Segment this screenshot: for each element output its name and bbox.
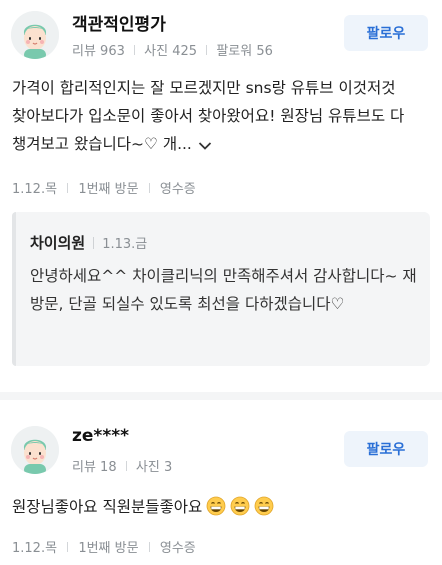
divider: [134, 45, 136, 55]
divider: [125, 461, 127, 471]
photo-count: 사진 3: [135, 460, 173, 475]
review-count: 리뷰 963: [72, 44, 125, 59]
divider: [93, 237, 95, 249]
grinning-face-icon: [230, 496, 250, 525]
receipt-badge: 영수증: [159, 541, 196, 556]
review-text: 원장님좋아요 직원분들좋아요: [12, 498, 203, 516]
follower-count: 팔로워 56: [216, 44, 273, 59]
visit-date: 1.12.: [12, 182, 46, 197]
reply-header: 차이의원 1.13.금: [30, 232, 147, 253]
section-divider: [0, 392, 442, 400]
divider: [67, 542, 69, 552]
reviewer-name[interactable]: ze****: [72, 426, 129, 446]
review-card: ze**** 리뷰 18 사진 3 팔로우 원장님좋아요 직원분들좋아요 1.1…: [0, 400, 442, 565]
photo-count: 사진 425: [144, 44, 198, 59]
visit-weekday: 목: [45, 541, 58, 556]
avatar[interactable]: [11, 11, 59, 59]
reply-accent-bar: [12, 212, 16, 366]
review-count: 리뷰 18: [72, 460, 117, 475]
owner-name: 차이의원: [30, 234, 86, 252]
reply-date: 1.13.금: [102, 237, 148, 252]
reviewer-name[interactable]: 객관적인평가: [72, 10, 166, 35]
visit-count: 1번째 방문: [78, 541, 139, 556]
review-text-container[interactable]: 원장님좋아요 직원분들좋아요: [12, 493, 422, 525]
avatar[interactable]: [11, 426, 59, 474]
review-meta: 1.12.목 1번째 방문 영수증: [12, 537, 196, 556]
chevron-down-icon[interactable]: [198, 132, 212, 160]
follow-button[interactable]: 팔로우: [344, 15, 428, 51]
avatar-icon: [11, 426, 59, 474]
visit-date: 1.12.: [12, 541, 46, 556]
divider: [67, 183, 69, 193]
grinning-face-icon: [254, 496, 274, 525]
divider: [148, 183, 150, 193]
visit-weekday: 목: [45, 182, 58, 197]
divider: [206, 45, 208, 55]
grinning-face-icon: [206, 496, 226, 525]
review-meta: 1.12.목 1번째 방문 영수증: [12, 178, 196, 197]
avatar-icon: [11, 11, 59, 59]
owner-reply: 차이의원 1.13.금 안녕하세요^^ 차이클리닉의 만족해주셔서 감사합니다~ …: [12, 212, 430, 366]
reviewer-stats: 리뷰 18 사진 3: [72, 456, 172, 475]
divider: [148, 542, 150, 552]
reviewer-stats: 리뷰 963 사진 425 팔로워 56: [72, 40, 273, 59]
review-card: 객관적인평가 리뷰 963 사진 425 팔로워 56 팔로우 가격이 합리적인…: [0, 0, 442, 392]
visit-count: 1번째 방문: [78, 182, 139, 197]
follow-button[interactable]: 팔로우: [344, 431, 428, 467]
receipt-badge: 영수증: [159, 182, 196, 197]
reply-text: 안녕하세요^^ 차이클리닉의 만족해주셔서 감사합니다~ 재방문, 단골 되실수…: [30, 267, 417, 313]
review-text-container[interactable]: 가격이 합리적인지는 잘 모르겠지만 sns랑 유튜브 이것저것 찾아보다가 입…: [12, 74, 422, 160]
